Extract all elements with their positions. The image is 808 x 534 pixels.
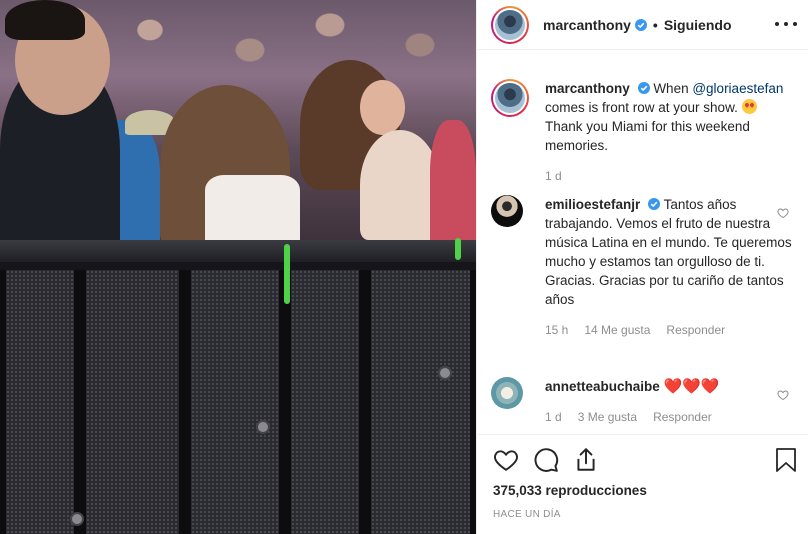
comment-item: annetteabuchaibe ❤️❤️❤️ 1 d 3 Me gusta R… — [491, 377, 795, 424]
person-man-hair — [5, 0, 85, 40]
reply-button[interactable]: Responder — [653, 410, 712, 424]
person-face — [360, 80, 405, 135]
barrier-panel — [185, 270, 285, 534]
comment-text: annetteabuchaibe ❤️❤️❤️ — [545, 377, 795, 396]
caption: marcanthony When @gloriaestefan comes is… — [491, 79, 795, 183]
follow-status-button[interactable]: Siguiendo — [664, 17, 732, 33]
caption-meta: 1 d — [545, 169, 795, 183]
barrier-bolt — [256, 420, 270, 434]
green-cable-tie — [455, 238, 461, 260]
comment-likes[interactable]: 3 Me gusta — [578, 410, 637, 424]
barrier-panel — [0, 270, 80, 534]
caption-time[interactable]: 1 d — [545, 169, 562, 183]
comment-meta: 1 d 3 Me gusta Responder — [545, 410, 795, 424]
barrier-bolt — [438, 366, 452, 380]
person-blonde — [360, 130, 440, 240]
barrier-rail — [0, 240, 476, 262]
comment-time[interactable]: 15 h — [545, 323, 568, 337]
reply-button[interactable]: Responder — [666, 323, 725, 337]
post-header: marcanthony • Siguiendo — [477, 0, 808, 50]
comment-meta: 15 h 14 Me gusta Responder — [545, 323, 795, 337]
comment-item: emilioestefanjr Tantos años trabajando. … — [491, 195, 795, 337]
bookmark-icon[interactable] — [775, 447, 797, 473]
post-actions: 375,033 reproducciones HACE UN DÍA — [477, 434, 808, 534]
author-avatar[interactable] — [491, 5, 529, 44]
barrier-panel — [365, 270, 476, 534]
view-count[interactable]: 375,033 reproducciones — [493, 483, 647, 498]
comment-body: Tantos años trabajando. Vemos el fruto d… — [545, 197, 792, 307]
post-video[interactable] — [0, 0, 476, 534]
comment-username[interactable]: emilioestefanjr — [545, 197, 640, 212]
author-username[interactable]: marcanthony — [543, 17, 631, 33]
verified-badge-icon — [648, 198, 661, 210]
comment-likes[interactable]: 14 Me gusta — [584, 323, 650, 337]
author-avatar[interactable] — [491, 79, 529, 117]
commenter-avatar[interactable] — [491, 377, 523, 409]
caption-text-end: Thank you Miami for this weekend memorie… — [545, 119, 750, 153]
comment-body: ❤️❤️❤️ — [663, 378, 720, 395]
barrier-panel — [80, 270, 185, 534]
person-red-shirt — [430, 120, 476, 250]
barrier-panel — [285, 270, 365, 534]
post-side-panel: marcanthony • Siguiendo marcanthony When… — [476, 0, 808, 534]
caption-text-middle: comes is front row at your show. — [545, 100, 742, 115]
action-icons — [493, 447, 599, 473]
caption-text-start: When — [653, 81, 693, 96]
verified-badge-icon — [634, 18, 647, 31]
post-time-ago[interactable]: HACE UN DÍA — [493, 509, 561, 520]
verified-badge-icon — [637, 82, 650, 94]
comment-like-heart-icon[interactable] — [777, 389, 789, 401]
comments-list: marcanthony When @gloriaestefan comes is… — [477, 51, 808, 434]
barrier-bolt — [70, 512, 84, 526]
separator-dot: • — [652, 16, 658, 33]
comment-like-heart-icon[interactable] — [777, 207, 789, 219]
mention-link[interactable]: @gloriaestefan — [692, 81, 783, 96]
person-white-top — [205, 175, 300, 250]
commenter-avatar[interactable] — [491, 195, 523, 227]
comment-time[interactable]: 1 d — [545, 410, 562, 424]
more-options-icon[interactable] — [775, 16, 797, 32]
green-cable-tie — [284, 244, 290, 304]
comment-icon[interactable] — [533, 447, 559, 473]
comment-text: emilioestefanjr Tantos años trabajando. … — [545, 195, 795, 309]
heart-icon[interactable] — [493, 447, 519, 473]
caption-text: marcanthony When @gloriaestefan comes is… — [545, 79, 795, 155]
caption-username[interactable]: marcanthony — [545, 81, 630, 96]
share-icon[interactable] — [573, 447, 599, 473]
comment-username[interactable]: annetteabuchaibe — [545, 379, 660, 394]
heart-eyes-emoji-icon — [741, 99, 757, 114]
